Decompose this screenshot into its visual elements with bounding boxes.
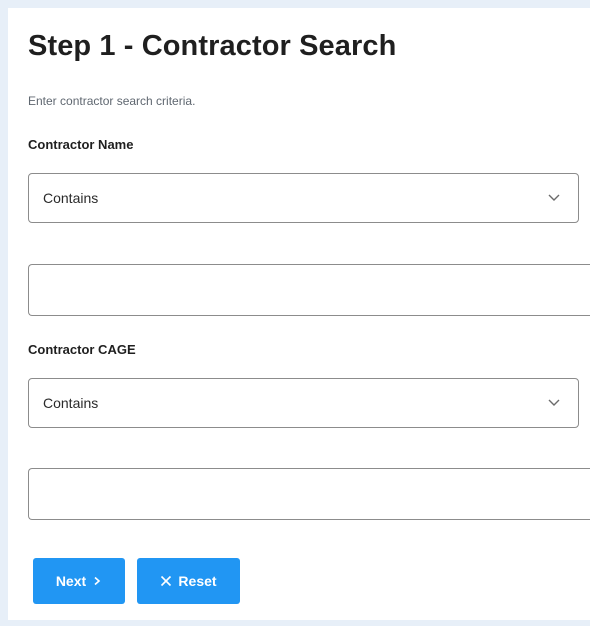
page-subtitle: Enter contractor search criteria. <box>28 94 196 108</box>
reset-button[interactable]: Reset <box>137 558 240 604</box>
chevron-right-icon <box>94 576 101 586</box>
next-button-label: Next <box>55 573 87 589</box>
contractor-name-input[interactable] <box>28 264 590 316</box>
contractor-cage-input[interactable] <box>28 468 590 520</box>
contractor-name-operator-value: Contains <box>43 190 99 206</box>
contractor-cage-operator-value: Contains <box>43 395 99 411</box>
page-title: Step 1 - Contractor Search <box>28 30 397 62</box>
contractor-name-operator-select[interactable]: Contains <box>28 173 579 223</box>
contractor-cage-operator-select[interactable]: Contains <box>28 378 579 428</box>
chevron-down-icon <box>548 399 560 406</box>
search-panel: Step 1 - Contractor Search Enter contrac… <box>8 8 590 620</box>
contractor-cage-label: Contractor CAGE <box>28 342 136 357</box>
next-button[interactable]: Next <box>33 558 125 604</box>
close-icon <box>161 575 172 587</box>
contractor-name-label: Contractor Name <box>28 137 134 152</box>
chevron-down-icon <box>548 194 560 201</box>
reset-button-label: Reset <box>178 573 217 589</box>
